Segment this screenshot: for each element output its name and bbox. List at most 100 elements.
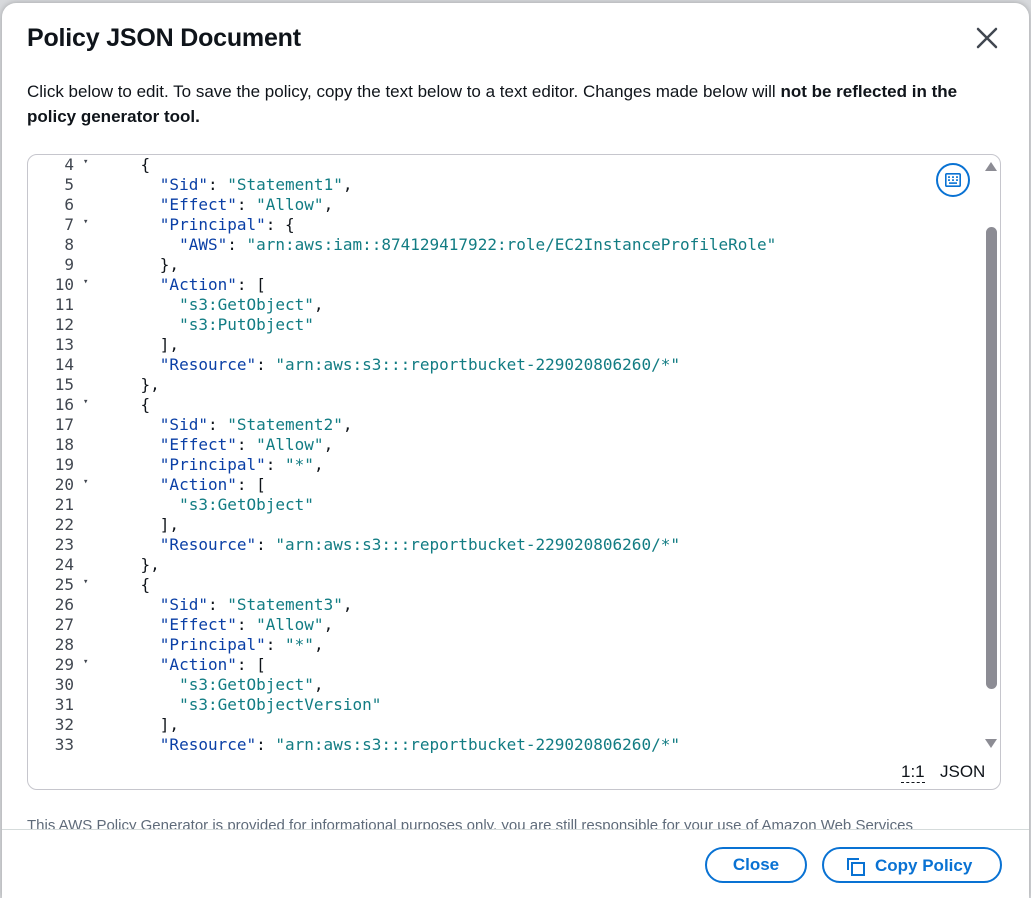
code-area[interactable]: 4 ▾ {5 "Sid": "Statement1", 6 "Effect": "A…	[28, 155, 978, 753]
code-text[interactable]: },	[102, 375, 160, 395]
code-text[interactable]: },	[102, 255, 179, 275]
fold-arrow-icon[interactable]: ▾	[83, 655, 88, 669]
fold-arrow-icon[interactable]: ▾	[83, 575, 88, 589]
code-text[interactable]: "s3:GetObject",	[102, 675, 324, 695]
scrollbar-thumb[interactable]	[986, 227, 997, 689]
code-line[interactable]: 27 "Effect": "Allow",	[28, 615, 978, 635]
code-line[interactable]: 20 ▾ "Action": [	[28, 475, 978, 495]
code-text[interactable]: "Action": [	[102, 655, 266, 675]
code-text[interactable]: {	[102, 575, 151, 595]
code-line[interactable]: 29 ▾ "Action": [	[28, 655, 978, 675]
code-line[interactable]: 9 },	[28, 255, 978, 275]
code-line[interactable]: 10 ▾ "Action": [	[28, 275, 978, 295]
line-number: 13	[54, 335, 74, 354]
line-number: 28	[54, 635, 74, 654]
line-number: 20	[54, 475, 74, 494]
line-number: 23	[54, 535, 74, 554]
line-number: 15	[54, 375, 74, 394]
code-line[interactable]: 31 "s3:GetObjectVersion"	[28, 695, 978, 715]
line-number: 6	[64, 195, 74, 214]
copy-policy-button[interactable]: Copy Policy	[822, 847, 1002, 883]
code-line[interactable]: 21 "s3:GetObject"	[28, 495, 978, 515]
fold-arrow-icon[interactable]: ▾	[83, 155, 88, 169]
line-number: 22	[54, 515, 74, 534]
code-text[interactable]: "AWS": "arn:aws:iam::874129417922:role/E…	[102, 235, 776, 255]
line-number: 9	[64, 255, 74, 274]
code-text[interactable]: ],	[102, 715, 179, 735]
code-line[interactable]: 7 ▾ "Principal": {	[28, 215, 978, 235]
code-line[interactable]: 33 "Resource": "arn:aws:s3:::reportbucke…	[28, 735, 978, 753]
code-text[interactable]: "Sid": "Statement2",	[102, 415, 353, 435]
code-text[interactable]: "Effect": "Allow",	[102, 615, 333, 635]
code-line[interactable]: 25 ▾ {	[28, 575, 978, 595]
code-line[interactable]: 32 ],	[28, 715, 978, 735]
code-line[interactable]: 6 "Effect": "Allow",	[28, 195, 978, 215]
code-text[interactable]: "Resource": "arn:aws:s3:::reportbucket-2…	[102, 355, 680, 375]
code-text[interactable]: "s3:GetObject",	[102, 295, 324, 315]
keyboard-icon[interactable]	[936, 163, 970, 197]
code-text[interactable]: "Sid": "Statement1",	[102, 175, 353, 195]
code-line[interactable]: 8 "AWS": "arn:aws:iam::874129417922:role…	[28, 235, 978, 255]
code-text[interactable]: "Principal": "*",	[102, 455, 324, 475]
fold-arrow-icon[interactable]: ▾	[83, 395, 88, 409]
line-number: 4	[64, 155, 74, 174]
code-text[interactable]: "Sid": "Statement3",	[102, 595, 353, 615]
code-text[interactable]: "Principal": "*",	[102, 635, 324, 655]
code-text[interactable]: "Principal": {	[102, 215, 295, 235]
code-line[interactable]: 12 "s3:PutObject"	[28, 315, 978, 335]
cursor-position[interactable]: 1:1	[901, 762, 925, 783]
line-number: 8	[64, 235, 74, 254]
dialog-title: Policy JSON Document	[27, 24, 301, 52]
fold-arrow-icon[interactable]: ▾	[83, 215, 88, 229]
line-number: 11	[54, 295, 74, 314]
line-number: 27	[54, 615, 74, 634]
code-text[interactable]: "Resource": "arn:aws:s3:::reportbucket-2…	[102, 535, 680, 555]
code-text[interactable]: {	[102, 155, 151, 175]
code-line[interactable]: 14 "Resource": "arn:aws:s3:::reportbucke…	[28, 355, 978, 375]
code-text[interactable]: ],	[102, 515, 179, 535]
line-number: 17	[54, 415, 74, 434]
code-text[interactable]: "Effect": "Allow",	[102, 195, 333, 215]
close-icon[interactable]	[972, 23, 1002, 53]
line-number: 30	[54, 675, 74, 694]
line-number: 18	[54, 435, 74, 454]
code-line[interactable]: 30 "s3:GetObject",	[28, 675, 978, 695]
scroll-up-arrow-icon[interactable]	[984, 159, 998, 171]
code-text[interactable]: "Action": [	[102, 475, 266, 495]
code-text[interactable]: "Action": [	[102, 275, 266, 295]
json-editor[interactable]: 4 ▾ {5 "Sid": "Statement1", 6 "Effect": "A…	[27, 154, 1001, 790]
code-line[interactable]: 5 "Sid": "Statement1",	[28, 175, 978, 195]
line-number: 31	[54, 695, 74, 714]
code-line[interactable]: 15 },	[28, 375, 978, 395]
line-number: 14	[54, 355, 74, 374]
code-line[interactable]: 18 "Effect": "Allow",	[28, 435, 978, 455]
code-line[interactable]: 24 },	[28, 555, 978, 575]
code-line[interactable]: 16 ▾ {	[28, 395, 978, 415]
code-line[interactable]: 23 "Resource": "arn:aws:s3:::reportbucke…	[28, 535, 978, 555]
line-number: 10	[54, 275, 74, 294]
line-number: 5	[64, 175, 74, 194]
fold-arrow-icon[interactable]: ▾	[83, 275, 88, 289]
close-button[interactable]: Close	[705, 847, 807, 883]
code-text[interactable]: "Effect": "Allow",	[102, 435, 333, 455]
code-line[interactable]: 28 "Principal": "*",	[28, 635, 978, 655]
code-line[interactable]: 19 "Principal": "*",	[28, 455, 978, 475]
code-line[interactable]: 22 ],	[28, 515, 978, 535]
code-line[interactable]: 11 "s3:GetObject",	[28, 295, 978, 315]
line-number: 33	[54, 735, 74, 753]
code-line[interactable]: 17 "Sid": "Statement2",	[28, 415, 978, 435]
policy-json-dialog: Policy JSON Document Click below to edit…	[2, 3, 1029, 898]
code-text[interactable]: "s3:PutObject"	[102, 315, 314, 335]
code-text[interactable]: "Resource": "arn:aws:s3:::reportbucket-2…	[102, 735, 680, 753]
code-line[interactable]: 26 "Sid": "Statement3",	[28, 595, 978, 615]
code-text[interactable]: ],	[102, 335, 179, 355]
line-number: 19	[54, 455, 74, 474]
scroll-down-arrow-icon[interactable]	[984, 737, 998, 749]
fold-arrow-icon[interactable]: ▾	[83, 475, 88, 489]
code-text[interactable]: "s3:GetObjectVersion"	[102, 695, 381, 715]
code-text[interactable]: },	[102, 555, 160, 575]
code-text[interactable]: "s3:GetObject"	[102, 495, 314, 515]
code-text[interactable]: {	[102, 395, 151, 415]
code-line[interactable]: 13 ],	[28, 335, 978, 355]
code-line[interactable]: 4 ▾ {	[28, 155, 978, 175]
